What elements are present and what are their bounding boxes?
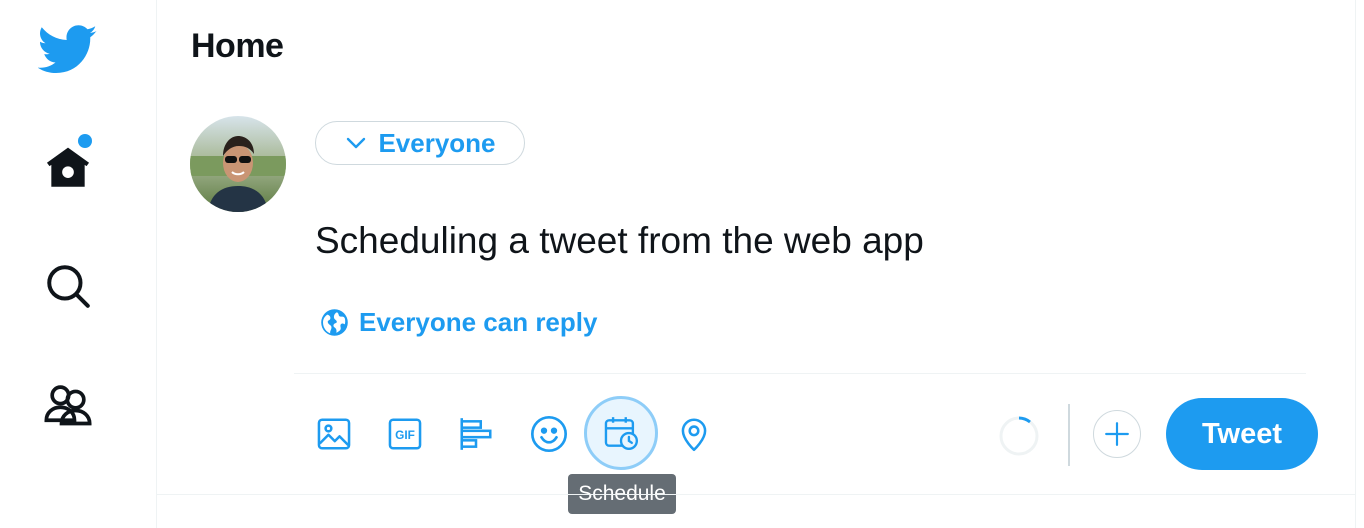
character-count-ring (997, 414, 1041, 458)
plus-icon (1105, 422, 1129, 446)
search-icon[interactable] (40, 258, 96, 314)
communities-icon[interactable] (40, 376, 96, 432)
gif-button[interactable]: GIF (383, 412, 427, 456)
toolbar-separator (1068, 404, 1070, 466)
globe-icon (321, 309, 348, 336)
media-icon (317, 418, 351, 450)
twitter-logo-icon[interactable] (36, 22, 100, 78)
audience-label: Everyone (378, 127, 496, 158)
media-button[interactable] (312, 412, 356, 456)
reply-setting-button[interactable]: Everyone can reply (320, 307, 597, 338)
home-icon[interactable] (40, 140, 96, 196)
reply-setting-label: Everyone can reply (359, 307, 598, 337)
gif-icon: GIF (388, 418, 422, 450)
location-button[interactable] (672, 412, 716, 456)
audience-dropdown[interactable]: Everyone (315, 121, 525, 165)
svg-text:GIF: GIF (395, 428, 415, 442)
main-column: Home Everyone Scheduling a tweet from th… (157, 0, 1356, 528)
poll-icon (460, 418, 492, 450)
add-tweet-button[interactable] (1093, 410, 1141, 458)
avatar[interactable] (190, 116, 286, 212)
page-title: Home (191, 27, 284, 65)
emoji-button[interactable] (527, 412, 571, 456)
composer-bottom-border (157, 494, 1355, 495)
schedule-icon (604, 417, 639, 451)
poll-button[interactable] (454, 412, 498, 456)
location-icon (681, 418, 707, 452)
tweet-button[interactable]: Tweet (1166, 398, 1318, 470)
emoji-icon (531, 416, 567, 452)
composer-divider (294, 373, 1306, 374)
schedule-button[interactable] (584, 396, 658, 470)
tweet-text-input[interactable]: Scheduling a tweet from the web app (315, 220, 924, 262)
notification-dot (78, 134, 92, 148)
sidebar-nav (0, 0, 157, 528)
chevron-down-icon (347, 137, 366, 149)
